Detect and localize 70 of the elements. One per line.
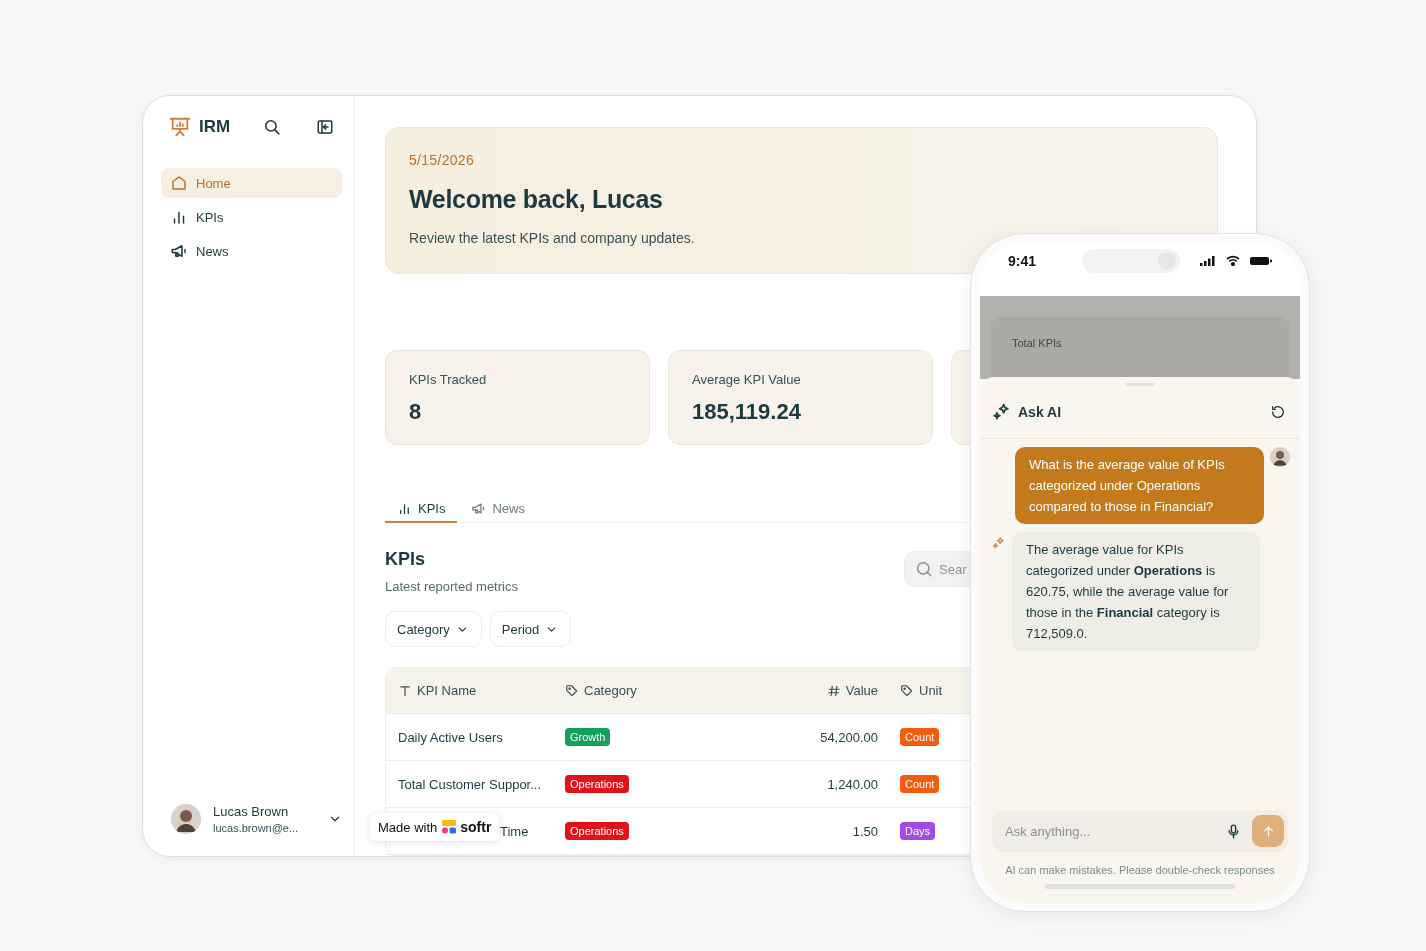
date-label: 5/15/2026 (409, 152, 475, 168)
column-header[interactable]: Unit (878, 683, 943, 698)
signal-icon (1200, 255, 1216, 266)
unit-tag: Count (900, 728, 940, 746)
user-email: lucas.brown@e... (213, 822, 300, 834)
search-button[interactable] (263, 117, 282, 137)
stat-label: KPIs Tracked (409, 372, 488, 387)
chat-input[interactable]: Ask anything... (1005, 823, 1215, 839)
unit-tag: Days (900, 822, 936, 840)
column-header[interactable]: KPI Name (398, 683, 565, 698)
reset-chat-button[interactable] (1270, 404, 1286, 420)
table-cell-text: 1.50 (851, 823, 878, 839)
brand-logo-icon (441, 819, 458, 835)
table-cell-text: Total Customer Suppor... (398, 776, 543, 792)
sparkles-icon (992, 402, 1012, 422)
sidebar-item[interactable]: News (161, 236, 342, 266)
collapse-sidebar-button[interactable] (316, 118, 334, 136)
wifi-icon (1226, 255, 1240, 266)
search-icon (915, 560, 933, 578)
made-with-badge[interactable]: Made with softr (370, 813, 500, 841)
tab[interactable]: News (459, 495, 537, 523)
search-icon (263, 117, 282, 137)
category-tag: Operations (565, 775, 629, 793)
presentation-board-icon (169, 116, 191, 138)
search-field[interactable]: Sear (904, 551, 970, 587)
table-cell-text: Daily Active Users (398, 729, 504, 745)
user-avatar (171, 804, 201, 834)
stat-value: 185,119.24 (692, 399, 802, 425)
filter-dropdown[interactable]: Period (489, 611, 572, 647)
tag-icon (900, 683, 914, 698)
text-type-icon (398, 683, 412, 698)
unit-tag: Count (900, 775, 940, 793)
table-cell: Time (500, 823, 529, 839)
column-header[interactable]: Category (565, 683, 765, 698)
stat-value: 8 (409, 399, 423, 425)
user-name: Lucas Brown (213, 804, 290, 819)
brand-name: softr (460, 819, 492, 835)
user-message: What is the average value of KPIs categorized under Operations compared to those in Financial? (1015, 447, 1264, 524)
table-cell-text: 54,200.00 (819, 729, 878, 745)
badge-text: Made with (378, 819, 438, 835)
column-header[interactable]: Value (765, 683, 878, 698)
section-subtitle: Latest reported metrics (385, 579, 518, 594)
hash-icon (826, 683, 841, 698)
message-composer[interactable]: Ask anything... (992, 810, 1288, 852)
status-time: 9:41 (1008, 252, 1037, 269)
battery-icon (1250, 255, 1272, 266)
app-name: IRM (199, 117, 231, 137)
tab[interactable]: KPIs (385, 495, 458, 523)
table-cell-text: 1,240.00 (826, 776, 878, 792)
tag-icon (565, 683, 579, 698)
stat-label: Average KPI Value (692, 372, 802, 387)
refresh-icon (1270, 404, 1286, 420)
sidebar-item[interactable]: KPIs (161, 202, 342, 232)
stat-label: Total KPIs (1012, 337, 1062, 349)
assistant-message: The average value for KPIs categorized under Operations is 620.75, while the average value for those in the Financial category is 712,509.0. (1012, 532, 1260, 651)
welcome-heading: Welcome back, Lucas (409, 185, 664, 214)
home-icon (170, 174, 188, 192)
search-input[interactable]: Sear (939, 561, 970, 577)
welcome-subtitle: Review the latest KPIs and company updates. (409, 230, 696, 246)
sparkles-icon (992, 536, 1006, 550)
category-tag: Operations (565, 822, 629, 840)
megaphone-icon (170, 242, 188, 260)
user-avatar (1270, 447, 1290, 467)
camera-icon (1158, 251, 1176, 270)
collapse-sidebar-icon (316, 118, 334, 136)
filter-dropdown[interactable]: Category (385, 611, 482, 647)
section-heading: KPIs (385, 549, 427, 570)
category-tag: Growth (565, 728, 611, 746)
chat-title: Ask AI (1018, 404, 1062, 420)
disclaimer-text: AI can make mistakes. Please double-check responses (1004, 864, 1276, 876)
